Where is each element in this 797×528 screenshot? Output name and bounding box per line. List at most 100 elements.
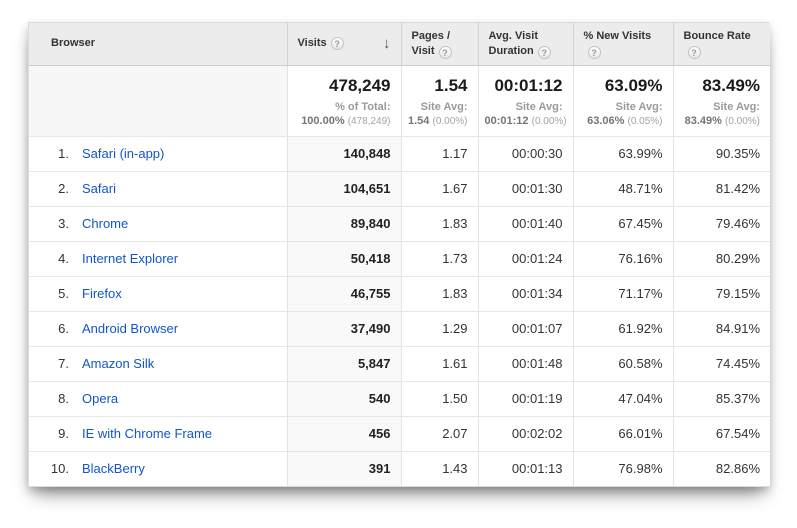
browser-cell: 4. Internet Explorer [29,241,287,276]
row-rank: 6. [41,321,69,336]
table-body: 1.Safari (in-app) 140,848 1.17 00:00:30 … [29,136,770,486]
summary-bounce-caption: Site Avg: [680,100,761,114]
table-row: 4.Internet Explorer 50,418 1.73 00:01:24… [29,241,770,276]
browser-link[interactable]: Amazon Silk [82,356,154,371]
browser-link[interactable]: Chrome [82,216,128,231]
row-rank: 7. [41,356,69,371]
column-header-visits[interactable]: Visits ? ↓ [287,23,401,65]
bounce-rate-cell: 79.15% [673,276,770,311]
browser-cell: 7. Amazon Silk [29,346,287,381]
row-rank: 1. [41,146,69,161]
visits-cell: 37,490 [287,311,401,346]
visits-cell: 5,847 [287,346,401,381]
column-header-pages-per-visit[interactable]: Pages / Visit? [401,23,478,65]
row-rank: 3. [41,216,69,231]
bounce-rate-cell: 80.29% [673,241,770,276]
help-icon[interactable]: ? [538,46,551,59]
summary-visits-caption: % of Total: [294,100,391,114]
summary-pages-cell: 1.54 Site Avg: 1.54 (0.00%) [401,65,478,136]
visits-cell: 50,418 [287,241,401,276]
pages-per-visit-cell: 1.43 [401,451,478,486]
summary-duration-total: 00:01:12 [485,75,563,97]
browser-cell: 9. IE with Chrome Frame [29,416,287,451]
visits-cell: 140,848 [287,136,401,171]
table-row: 1.Safari (in-app) 140,848 1.17 00:00:30 … [29,136,770,171]
summary-new-visits-cell: 63.09% Site Avg: 63.06% (0.05%) [573,65,673,136]
pct-new-visits-cell: 76.16% [573,241,673,276]
avg-visit-duration-cell: 00:01:19 [478,381,573,416]
column-header-pct-new-visits[interactable]: % New Visits? [573,23,673,65]
visits-cell: 46,755 [287,276,401,311]
browser-link[interactable]: IE with Chrome Frame [82,426,212,441]
browser-link[interactable]: BlackBerry [82,461,145,476]
browser-link[interactable]: Safari [82,181,116,196]
pct-new-visits-cell: 76.98% [573,451,673,486]
bounce-rate-cell: 74.45% [673,346,770,381]
column-header-visits-label: Visits [298,36,327,51]
summary-duration-avg: 00:01:12 [485,115,529,127]
summary-pages-caption: Site Avg: [408,100,468,114]
table-row: 10.BlackBerry 391 1.43 00:01:13 76.98% 8… [29,451,770,486]
table-row: 2.Safari 104,651 1.67 00:01:30 48.71% 81… [29,171,770,206]
pct-new-visits-cell: 71.17% [573,276,673,311]
browser-cell: 2.Safari [29,171,287,206]
column-header-bounce-rate[interactable]: Bounce Rate? [673,23,770,65]
column-header-duration-label: Avg. Visit Duration [489,30,539,57]
browser-link[interactable]: Opera [82,391,118,406]
row-rank: 4. [41,251,69,266]
avg-visit-duration-cell: 00:01:07 [478,311,573,346]
pages-per-visit-cell: 2.07 [401,416,478,451]
help-icon[interactable]: ? [439,46,452,59]
visits-cell: 456 [287,416,401,451]
row-rank: 5. [41,286,69,301]
browser-cell: 8.Opera [29,381,287,416]
table-row: 3.Chrome 89,840 1.83 00:01:40 67.45% 79.… [29,206,770,241]
summary-new-visits-delta: (0.05%) [627,116,662,127]
row-rank: 10. [41,461,69,476]
help-icon[interactable]: ? [588,46,601,59]
table-row: 5.Firefox 46,755 1.83 00:01:34 71.17% 79… [29,276,770,311]
pages-per-visit-cell: 1.17 [401,136,478,171]
bounce-rate-cell: 79.46% [673,206,770,241]
summary-bounce-avg: 83.49% [685,115,722,127]
sort-descending-icon[interactable]: ↓ [383,36,393,51]
summary-bounce-total: 83.49% [680,75,761,97]
pct-new-visits-cell: 48.71% [573,171,673,206]
browser-cell: 1. Safari (in-app) [29,136,287,171]
summary-pages-avg: 1.54 [408,115,429,127]
browser-link[interactable]: Internet Explorer [82,251,178,266]
summary-visits-delta: (478,249) [348,116,391,127]
table-row: 8.Opera 540 1.50 00:01:19 47.04% 85.37% [29,381,770,416]
summary-visits-cell: 478,249 % of Total: 100.00% (478,249) [287,65,401,136]
browser-link[interactable]: Android Browser [82,321,178,336]
table-header: Browser Visits ? ↓ Pages / Visit? Avg. V… [29,23,770,65]
pages-per-visit-cell: 1.67 [401,171,478,206]
visits-cell: 104,651 [287,171,401,206]
summary-bounce-delta: (0.00%) [725,116,760,127]
row-rank: 9. [41,426,69,441]
pct-new-visits-cell: 66.01% [573,416,673,451]
bounce-rate-cell: 81.42% [673,171,770,206]
summary-visits-pct: 100.00% [301,115,344,127]
summary-new-visits-caption: Site Avg: [580,100,663,114]
table-row: 7.Amazon Silk 5,847 1.61 00:01:48 60.58%… [29,346,770,381]
browser-link[interactable]: Firefox [82,286,122,301]
column-header-avg-visit-duration[interactable]: Avg. Visit Duration? [478,23,573,65]
table-row: 9.IE with Chrome Frame 456 2.07 00:02:02… [29,416,770,451]
summary-duration-caption: Site Avg: [485,100,563,114]
column-header-new-visits-label: % New Visits [584,30,652,42]
column-header-browser[interactable]: Browser [29,23,287,65]
pages-per-visit-cell: 1.50 [401,381,478,416]
pct-new-visits-cell: 67.45% [573,206,673,241]
summary-row: 478,249 % of Total: 100.00% (478,249) 1.… [29,65,770,136]
avg-visit-duration-cell: 00:01:30 [478,171,573,206]
pct-new-visits-cell: 61.92% [573,311,673,346]
browser-link[interactable]: Safari (in-app) [82,146,164,161]
help-icon[interactable]: ? [331,37,344,50]
pages-per-visit-cell: 1.83 [401,206,478,241]
avg-visit-duration-cell: 00:01:48 [478,346,573,381]
summary-browser-cell [29,65,287,136]
summary-visits-total: 478,249 [294,75,391,97]
help-icon[interactable]: ? [688,46,701,59]
pct-new-visits-cell: 63.99% [573,136,673,171]
